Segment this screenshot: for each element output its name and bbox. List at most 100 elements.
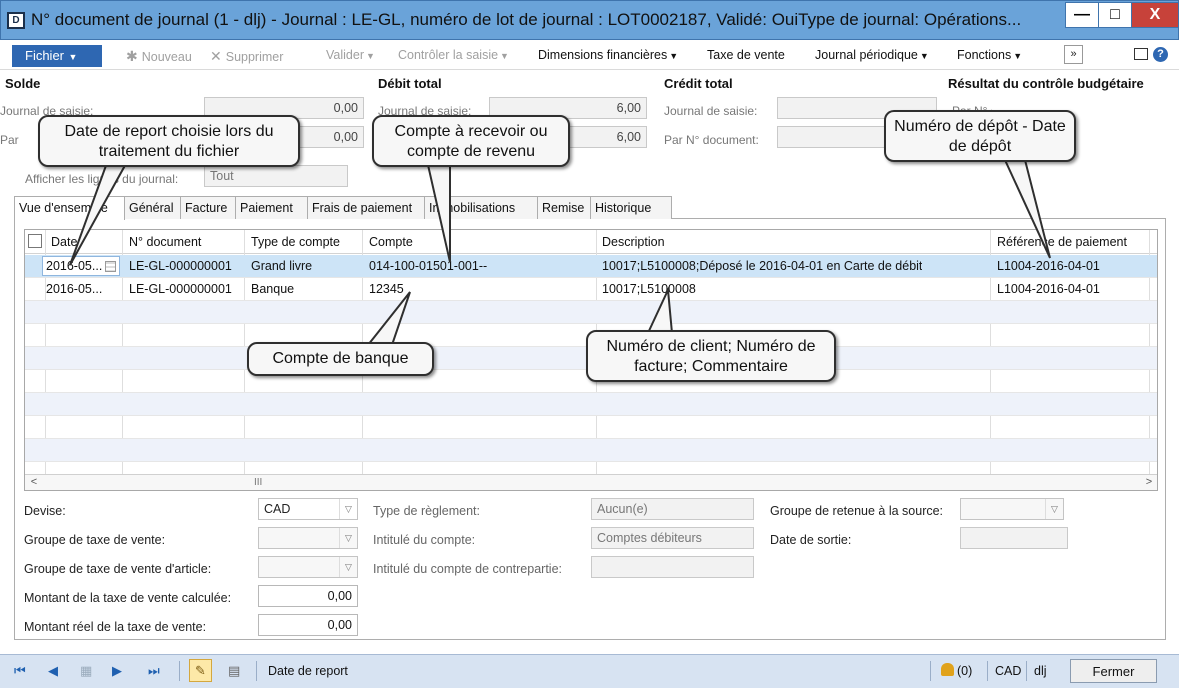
column-header-compte[interactable]: Compte	[369, 235, 413, 249]
groupe-taxe-article-select[interactable]: ▽	[258, 556, 358, 578]
callout-numero-client: Numéro de client; Numéro de facture; Com…	[586, 330, 836, 382]
date-sortie-label: Date de sortie:	[770, 533, 852, 547]
maximize-button[interactable]: □	[1098, 2, 1132, 28]
last-record-icon[interactable]: ⏭	[148, 663, 160, 679]
chevron-down-icon: ▽	[339, 499, 357, 519]
empty-row	[25, 393, 1157, 416]
divider	[256, 661, 257, 681]
window-title: N° document de journal (1 - dlj) - Journ…	[31, 10, 1022, 29]
intitule-compte-field: Comptes débiteurs	[591, 527, 754, 549]
more-actions-button[interactable]: »	[1064, 45, 1083, 64]
column-header-date[interactable]: Date	[51, 235, 77, 249]
supprimer-label: Supprimer	[225, 50, 284, 64]
table-row[interactable]: 2016-05... LE-GL-000000001 Grand livre 0…	[25, 255, 1157, 278]
chevron-down-icon: ▼	[669, 51, 679, 61]
callout-numero-depot: Numéro de dépôt - Date de dépôt	[884, 110, 1076, 162]
action-toolbar: Fichier ▼ ✱ Nouveau ✕ Supprimer Valider ▼ C…	[0, 40, 1179, 70]
chevron-down-icon: ▽	[339, 557, 357, 577]
list-view-icon[interactable]: ▦	[80, 663, 92, 679]
row-payment-reference: L1004-2016-04-01	[997, 282, 1100, 296]
fermer-button[interactable]: Fermer	[1070, 659, 1157, 683]
scroll-left-button[interactable]: <	[26, 476, 42, 490]
layout-icon[interactable]	[1134, 48, 1148, 60]
empty-row	[25, 416, 1157, 439]
column-header-description[interactable]: Description	[602, 235, 665, 249]
tab-paiement[interactable]: Paiement	[235, 196, 308, 219]
date-cell-editor[interactable]: 2016-05...	[42, 256, 120, 276]
fichier-menu-button[interactable]: Fichier ▼	[12, 45, 102, 67]
taxe-de-vente-button[interactable]: Taxe de vente	[707, 48, 785, 62]
notification-count[interactable]: (0)	[957, 664, 972, 678]
currency-indicator[interactable]: CAD	[995, 664, 1021, 678]
afficher-lignes-select[interactable]: Tout	[204, 165, 348, 187]
first-record-icon[interactable]: ⏮	[14, 663, 26, 679]
previous-record-icon[interactable]: ◀	[48, 663, 58, 679]
credit-doc-label: Par N° document:	[664, 133, 759, 147]
devise-select[interactable]: CAD ▽	[258, 498, 358, 520]
row-document: LE-GL-000000001	[129, 282, 232, 296]
scrollbar-thumb[interactable]: III	[254, 477, 262, 488]
calendar-icon[interactable]	[105, 261, 116, 272]
help-icon[interactable]: ?	[1153, 47, 1168, 62]
tab-vue-ensemble[interactable]: Vue d'ensemble	[14, 196, 125, 220]
window-title-bar: D N° document de journal (1 - dlj) - Jou…	[0, 0, 1179, 40]
next-record-icon[interactable]: ▶	[112, 663, 122, 679]
column-header-type-compte[interactable]: Type de compte	[251, 235, 340, 249]
fonctions-button[interactable]: Fonctions ▼	[957, 48, 1022, 62]
nouveau-button[interactable]: ✱ Nouveau	[126, 48, 192, 65]
tab-facture[interactable]: Facture	[180, 196, 236, 219]
chevron-down-icon: ▽	[339, 528, 357, 548]
intitule-contrepartie-label: Intitulé du compte de contrepartie:	[373, 562, 563, 576]
tab-general[interactable]: Général	[124, 196, 181, 219]
document-icon[interactable]: ▤	[228, 663, 240, 679]
edit-mode-icon[interactable]: ✎	[189, 659, 212, 682]
tab-frais-paiement[interactable]: Frais de paiement	[307, 196, 425, 219]
new-icon: ✱	[126, 48, 138, 64]
close-window-button[interactable]: X	[1131, 2, 1179, 28]
type-reglement-label: Type de règlement:	[373, 504, 481, 518]
callout-date-report: Date de report choisie lors du traitemen…	[38, 115, 300, 167]
divider	[179, 661, 180, 681]
controler-saisie-button[interactable]: Contrôler la saisie ▼	[398, 48, 509, 62]
horizontal-scrollbar[interactable]: < III >	[25, 474, 1157, 490]
row-date: 2016-05...	[46, 282, 103, 296]
divider	[930, 661, 931, 681]
retenue-source-select[interactable]: ▽	[960, 498, 1064, 520]
devise-value: CAD	[264, 502, 291, 516]
bell-icon[interactable]	[941, 663, 954, 676]
retenue-source-label: Groupe de retenue à la source:	[770, 504, 944, 518]
row-payment-reference: L1004-2016-04-01	[997, 259, 1100, 273]
grid-header: Date N° document Type de compte Compte D…	[25, 230, 1157, 254]
journal-periodique-button[interactable]: Journal périodique ▼	[815, 48, 929, 62]
status-bar: ⏮ ◀ ▦ ▶ ⏭ ✎ ▤ Date de report (0) CAD dlj…	[0, 654, 1179, 688]
groupe-taxe-select[interactable]: ▽	[258, 527, 358, 549]
fonctions-label: Fonctions	[957, 48, 1012, 62]
supprimer-button[interactable]: ✕ Supprimer	[210, 48, 283, 65]
date-sortie-field[interactable]	[960, 527, 1068, 549]
periodique-label: Journal périodique	[815, 48, 918, 62]
valider-button[interactable]: Valider ▼	[326, 48, 375, 62]
empty-row	[25, 439, 1157, 462]
row-account-type: Banque	[251, 282, 295, 296]
tab-remise[interactable]: Remise	[537, 196, 591, 219]
chevron-down-icon: ▼	[919, 51, 929, 61]
afficher-lignes-label: Afficher les lignes du journal:	[25, 172, 179, 186]
minimize-button[interactable]: —	[1065, 2, 1099, 28]
dimensions-financieres-button[interactable]: Dimensions financières ▼	[538, 48, 678, 62]
column-header-reference[interactable]: Référence de paiement	[997, 235, 1127, 249]
select-all-checkbox[interactable]	[28, 234, 42, 248]
montant-calcule-field[interactable]: 0,00	[258, 585, 358, 607]
company-indicator[interactable]: dlj	[1034, 664, 1047, 678]
row-description: 10017;L5100008;Déposé le 2016-04-01 en C…	[602, 259, 923, 273]
scroll-right-button[interactable]: >	[1141, 476, 1157, 490]
column-header-document[interactable]: N° document	[129, 235, 201, 249]
table-row[interactable]: 2016-05... LE-GL-000000001 Banque 12345 …	[25, 278, 1157, 301]
montant-reel-field[interactable]: 0,00	[258, 614, 358, 636]
groupe-taxe-article-label: Groupe de taxe de vente d'article:	[24, 562, 212, 576]
tab-historique[interactable]: Historique	[590, 196, 672, 219]
solde-heading: Solde	[5, 76, 41, 91]
tab-immobilisations[interactable]: Immobilisations	[424, 196, 538, 219]
chevron-down-icon: ▼	[365, 51, 375, 61]
row-account: 12345	[369, 282, 404, 296]
chevron-down-icon: ▼	[1013, 51, 1023, 61]
